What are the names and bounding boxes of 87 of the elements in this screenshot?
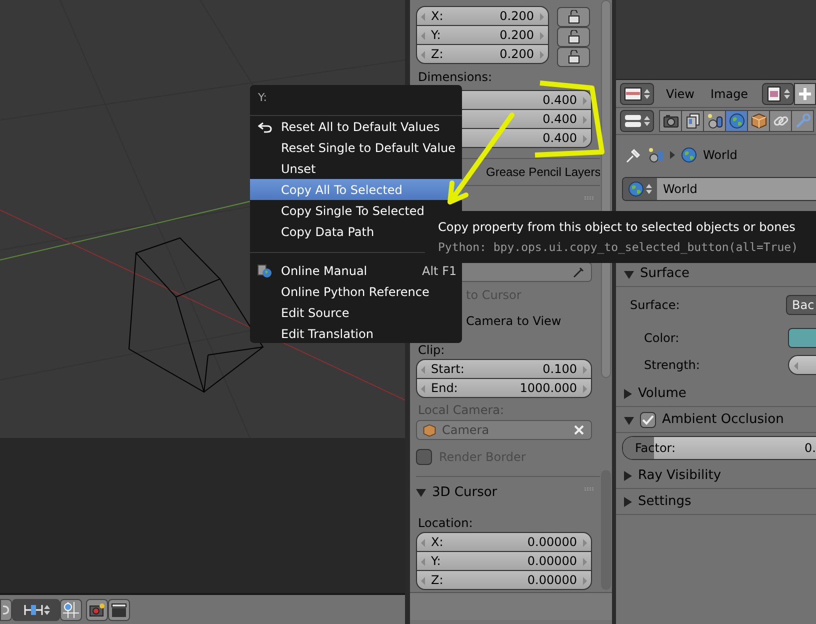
panel-title[interactable]: Grease Pencil Layers bbox=[486, 165, 600, 179]
eyedropper-icon[interactable] bbox=[573, 266, 585, 278]
image-browse-button[interactable] bbox=[762, 82, 794, 104]
menu-item[interactable]: View bbox=[662, 86, 698, 100]
disclosure-triangle-icon[interactable] bbox=[624, 470, 632, 480]
globe-icon bbox=[681, 147, 697, 163]
number-field[interactable]: End: 1000.000 bbox=[416, 378, 592, 398]
number-field[interactable]: Y: 0.200 bbox=[416, 25, 549, 45]
number-field[interactable]: X: 0.200 bbox=[416, 6, 549, 26]
globe-icon bbox=[628, 181, 644, 197]
breadcrumb-label: World bbox=[703, 148, 738, 162]
editor-type-button[interactable] bbox=[620, 110, 654, 132]
sphere-cylinder-icon bbox=[648, 147, 664, 163]
number-field[interactable]: Y: 0.00000 bbox=[416, 551, 592, 571]
color-swatch[interactable] bbox=[788, 328, 816, 348]
menu-item[interactable]: Edit Source bbox=[250, 302, 462, 323]
field-label: Color: bbox=[643, 331, 680, 345]
tooltip-text: Copy property from this object to selected objects or bones bbox=[438, 220, 796, 234]
lock-toggle[interactable] bbox=[557, 47, 590, 67]
cube-icon bbox=[423, 424, 436, 436]
section-label: Location: bbox=[417, 515, 474, 532]
image-icon bbox=[766, 86, 782, 102]
padlock-icon bbox=[568, 30, 580, 44]
disclosure-triangle-icon[interactable] bbox=[416, 489, 426, 497]
menu-title: Y: bbox=[257, 90, 268, 106]
surface-dropdown[interactable]: Bac bbox=[786, 295, 816, 315]
checkmark-icon bbox=[642, 414, 654, 424]
camera-icon bbox=[662, 114, 678, 128]
properties-tab[interactable] bbox=[659, 110, 682, 132]
checkbox[interactable] bbox=[640, 412, 656, 428]
wrench-icon bbox=[794, 113, 810, 129]
menu-item[interactable]: Unset bbox=[250, 158, 462, 179]
image-stack-icon bbox=[684, 113, 700, 129]
stepper-arrows-icon bbox=[44, 604, 50, 616]
padlock-icon bbox=[568, 50, 580, 64]
stepper-arrows-icon bbox=[644, 115, 650, 127]
panel-title[interactable]: Ray Visibility bbox=[638, 468, 722, 483]
tooltip-python-text: Python: bpy.ops.ui.copy_to_selected_button(all=True) bbox=[438, 240, 800, 254]
properties-editor-icon bbox=[624, 114, 642, 128]
camera-icon[interactable] bbox=[86, 598, 108, 620]
world-selector[interactable]: World bbox=[622, 177, 816, 201]
editor-type-button[interactable] bbox=[620, 82, 654, 104]
panel-title[interactable]: Ambient Occlusion bbox=[662, 412, 784, 427]
field-label: Surface: bbox=[630, 298, 680, 312]
stepper-arrows-icon bbox=[644, 88, 650, 100]
padlock-icon bbox=[568, 10, 580, 24]
checkbox-label[interactable]: Camera to View bbox=[466, 314, 562, 328]
field-label: Strength: bbox=[643, 358, 700, 372]
lock-toggle[interactable] bbox=[557, 27, 590, 47]
image-editor-icon bbox=[624, 86, 642, 100]
panel-title[interactable]: 3D Cursor bbox=[432, 484, 498, 500]
add-icon[interactable] bbox=[794, 82, 816, 104]
clapperboard-icon[interactable] bbox=[108, 598, 130, 620]
globe-icon bbox=[728, 113, 744, 129]
number-field[interactable]: Z: 0.00000 bbox=[416, 570, 592, 590]
stepper-arrows-icon bbox=[646, 183, 652, 195]
properties-tab[interactable] bbox=[769, 110, 792, 132]
magnet-icon[interactable] bbox=[0, 598, 12, 620]
cube-icon bbox=[750, 113, 766, 129]
number-field[interactable]: X: 0.00000 bbox=[416, 532, 592, 552]
properties-tab[interactable] bbox=[681, 110, 704, 132]
section-label: Dimensions: bbox=[417, 69, 494, 85]
menu-item[interactable]: Online Python Reference bbox=[250, 281, 462, 302]
lock-toggle[interactable] bbox=[557, 7, 590, 27]
panel-title[interactable]: Settings bbox=[638, 494, 692, 509]
snap-grid-icon[interactable] bbox=[60, 598, 82, 620]
number-field[interactable]: Start: 0.100 bbox=[416, 359, 592, 379]
disclosure-triangle-icon[interactable] bbox=[624, 496, 632, 506]
disclosure-triangle-icon[interactable] bbox=[624, 388, 632, 398]
number-field[interactable]: Z: 0.200 bbox=[416, 44, 549, 64]
properties-tab[interactable] bbox=[747, 110, 770, 132]
snap-element-dropdown[interactable] bbox=[12, 598, 60, 620]
menu-item[interactable]: Image bbox=[706, 86, 752, 100]
pin-icon[interactable] bbox=[626, 147, 642, 163]
stepper-arrows-icon bbox=[784, 88, 790, 100]
menu-item[interactable]: Online Manual Alt F1 bbox=[250, 260, 462, 281]
book-globe-icon bbox=[257, 264, 273, 278]
panel-title[interactable]: Surface bbox=[640, 266, 690, 281]
section-label: Clip: bbox=[417, 342, 446, 359]
panel-title[interactable]: Volume bbox=[638, 386, 686, 401]
menu-item[interactable]: Copy All To Selected bbox=[250, 179, 462, 200]
undo-icon bbox=[258, 120, 272, 132]
properties-tab[interactable] bbox=[703, 110, 726, 132]
chevron-right-icon bbox=[670, 151, 675, 159]
menu-item[interactable]: Edit Translation bbox=[250, 323, 462, 344]
factor-slider[interactable]: Factor: 0. bbox=[622, 436, 816, 460]
sphere-cylinder-icon bbox=[706, 113, 722, 129]
